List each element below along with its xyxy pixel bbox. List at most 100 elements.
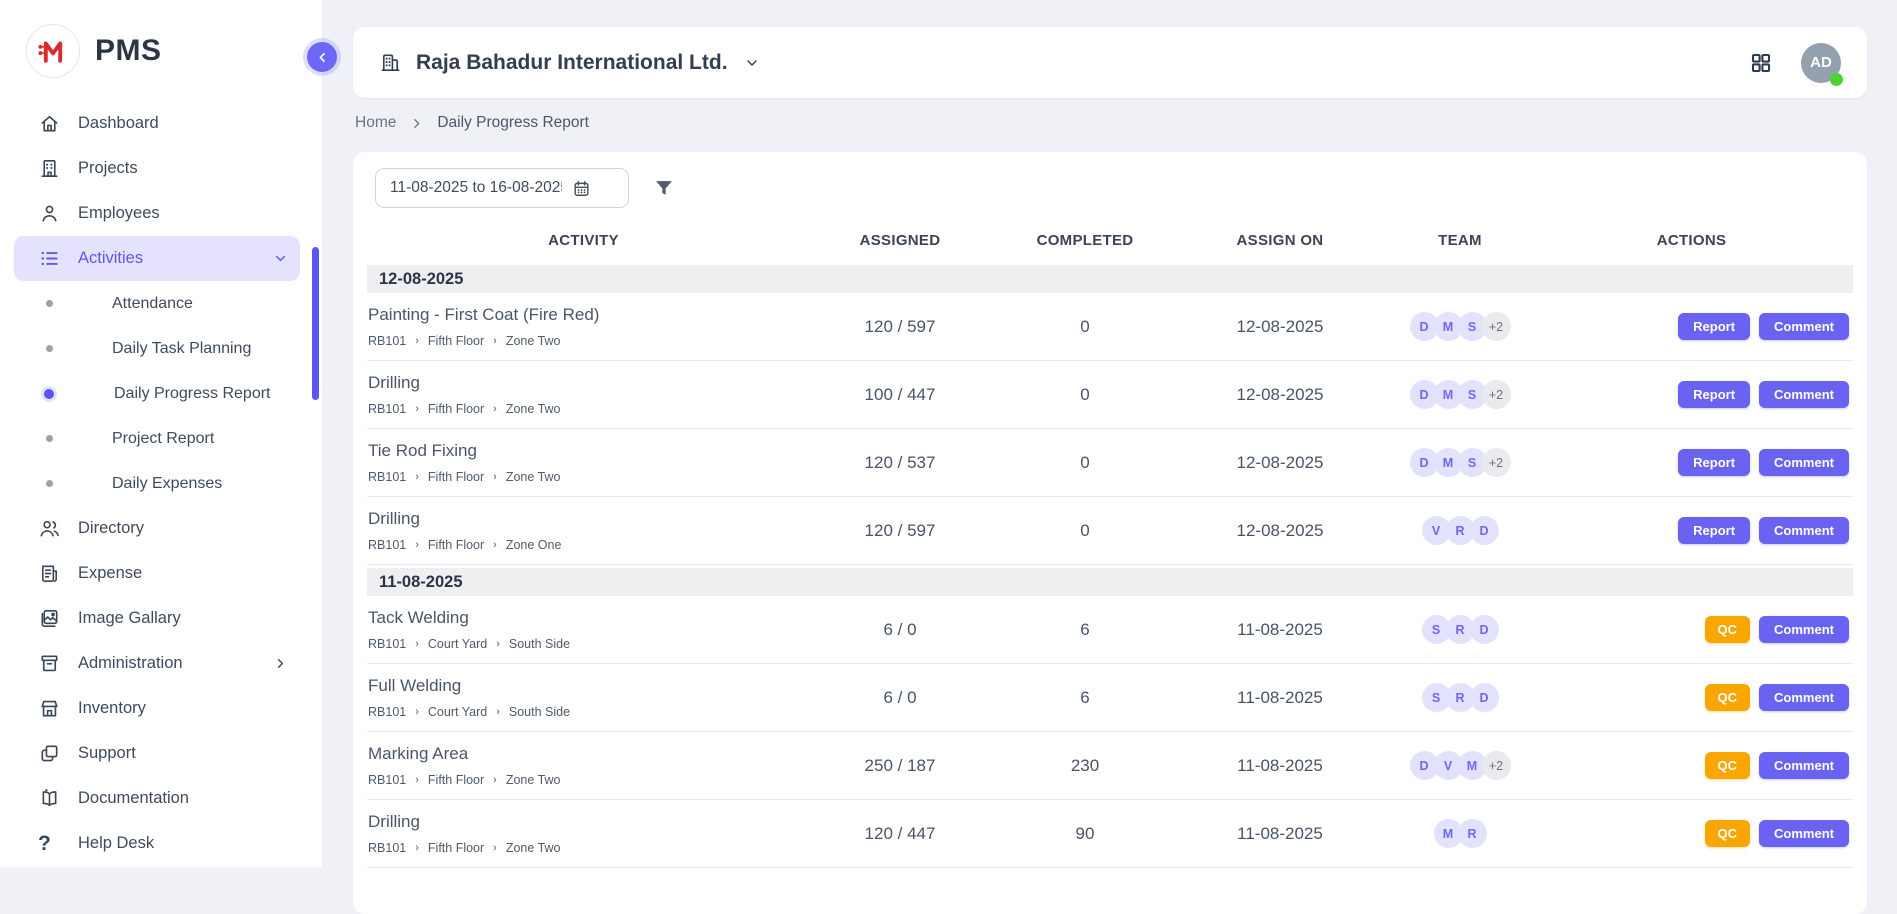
chevron-right-icon: › (493, 403, 497, 415)
breadcrumb-home[interactable]: Home (355, 114, 396, 132)
sidebar-item-inventory[interactable]: Inventory (0, 686, 322, 731)
date-group-header: 12-08-2025 (367, 265, 1853, 293)
sidebar-scrollbar-thumb[interactable] (312, 247, 319, 400)
qc-button[interactable]: QC (1705, 752, 1751, 779)
path-segment: RB101 (368, 637, 406, 651)
chevron-right-icon: › (496, 638, 500, 650)
path-segment: South Side (509, 637, 570, 651)
activity-name: Drilling (368, 373, 800, 393)
sidebar-subitem-attendance[interactable]: Attendance (0, 281, 322, 326)
team-avatars: DMS+2 (1390, 448, 1530, 477)
sidebar-subitem-project-report[interactable]: Project Report (0, 416, 322, 461)
report-button[interactable]: Report (1678, 517, 1750, 544)
sidebar-subitem-daily-task-planning[interactable]: Daily Task Planning (0, 326, 322, 371)
sidebar-item-support[interactable]: Support (0, 731, 322, 776)
assigned-value: 120 / 447 (800, 824, 1000, 844)
sidebar-item-activities[interactable]: Activities (14, 236, 300, 281)
activity-location-path: RB101›Fifth Floor›Zone Two (368, 470, 800, 484)
row-actions: Report Comment (1530, 517, 1853, 544)
path-segment: RB101 (368, 470, 406, 484)
activity-name: Drilling (368, 812, 800, 832)
chevron-right-icon: › (415, 539, 419, 551)
activity-cell: Drilling RB101›Fifth Floor›Zone Two (367, 812, 800, 855)
team-avatar: D (1470, 615, 1499, 644)
path-segment: Fifth Floor (428, 773, 484, 787)
team-avatar: R (1458, 819, 1487, 848)
copy-icon (38, 742, 62, 766)
assigned-value: 120 / 537 (800, 453, 1000, 473)
sidebar-item-documentation[interactable]: Documentation (0, 776, 322, 821)
brand: PMS (0, 0, 322, 78)
apps-grid-icon[interactable] (1749, 51, 1773, 75)
avatar-initials: AD (1810, 54, 1832, 71)
sidebar-item-directory[interactable]: Directory (0, 506, 322, 551)
sidebar-item-label: Documentation (78, 789, 189, 808)
activity-location-path: RB101›Fifth Floor›Zone One (368, 538, 800, 552)
breadcrumb: Home Daily Progress Report (355, 114, 589, 132)
sidebar-item-administration[interactable]: Administration (0, 641, 322, 686)
calendar-icon (572, 179, 591, 198)
chevron-down-icon (273, 251, 288, 266)
comment-button[interactable]: Comment (1759, 752, 1849, 779)
sidebar-item-projects[interactable]: Projects (0, 146, 322, 191)
date-range-field[interactable] (375, 168, 629, 208)
comment-button[interactable]: Comment (1759, 381, 1849, 408)
report-button[interactable]: Report (1678, 381, 1750, 408)
path-segment: Fifth Floor (428, 841, 484, 855)
sidebar-item-image-gallary[interactable]: Image Gallary (0, 596, 322, 641)
chevron-right-icon: › (415, 842, 419, 854)
table-row: Drilling RB101›Fifth Floor›Zone One 120 … (367, 497, 1853, 565)
comment-button[interactable]: Comment (1759, 449, 1849, 476)
chevron-right-icon: › (415, 403, 419, 415)
completed-value: 0 (1000, 453, 1170, 473)
sidebar-item-employees[interactable]: Employees (0, 191, 322, 236)
sidebar-subitem-daily-progress-report[interactable]: Daily Progress Report (0, 371, 322, 416)
sidebar-item-label: Administration (78, 654, 183, 673)
bullet-icon (46, 435, 53, 442)
path-segment: Zone One (506, 538, 562, 552)
chevron-right-icon: › (415, 706, 419, 718)
column-header-assign-on: ASSIGN ON (1170, 232, 1390, 249)
qc-button[interactable]: QC (1705, 820, 1751, 847)
user-avatar[interactable]: AD (1801, 43, 1841, 83)
sidebar-item-label: Employees (78, 204, 160, 223)
activity-location-path: RB101›Court Yard›South Side (368, 637, 800, 651)
sidebar-item-dashboard[interactable]: Dashboard (0, 101, 322, 146)
comment-button[interactable]: Comment (1759, 616, 1849, 643)
table-row: Drilling RB101›Fifth Floor›Zone Two 100 … (367, 361, 1853, 429)
qc-button[interactable]: QC (1705, 684, 1751, 711)
chevron-right-icon: › (493, 471, 497, 483)
sidebar-item-expense[interactable]: Expense (0, 551, 322, 596)
comment-button[interactable]: Comment (1759, 820, 1849, 847)
sidebar-collapse-button[interactable] (307, 42, 337, 72)
filter-funnel-icon[interactable] (653, 177, 675, 199)
report-button[interactable]: Report (1678, 449, 1750, 476)
sidebar-nav: Dashboard Projects Employees Activities … (0, 101, 322, 866)
sidebar-subitem-label: Daily Expenses (112, 475, 222, 493)
company-selector[interactable]: Raja Bahadur International Ltd. (379, 51, 760, 75)
date-range-input[interactable] (388, 178, 564, 198)
table-row: Marking Area RB101›Fifth Floor›Zone Two … (367, 732, 1853, 800)
chevron-down-icon (744, 55, 760, 71)
comment-button[interactable]: Comment (1759, 517, 1849, 544)
comment-button[interactable]: Comment (1759, 684, 1849, 711)
qc-button[interactable]: QC (1705, 616, 1751, 643)
sidebar-item-help-desk[interactable]: ? Help Desk (0, 821, 322, 866)
team-avatars: DVM+2 (1390, 751, 1530, 780)
assigned-value: 6 / 0 (800, 688, 1000, 708)
assign-on-date: 12-08-2025 (1170, 385, 1390, 405)
comment-button[interactable]: Comment (1759, 313, 1849, 340)
sidebar-subitem-label: Attendance (112, 295, 193, 313)
team-avatars: MR (1390, 819, 1530, 848)
path-segment: Court Yard (428, 637, 487, 651)
activity-name: Full Welding (368, 676, 800, 696)
people-icon (38, 517, 62, 541)
chevron-right-icon: › (493, 539, 497, 551)
team-extra-badge: +2 (1482, 380, 1511, 409)
sidebar-item-label: Activities (78, 249, 143, 268)
team-avatars: SRD (1390, 615, 1530, 644)
assigned-value: 250 / 187 (800, 756, 1000, 776)
breadcrumb-current: Daily Progress Report (437, 114, 589, 132)
report-button[interactable]: Report (1678, 313, 1750, 340)
sidebar-subitem-daily-expenses[interactable]: Daily Expenses (0, 461, 322, 506)
